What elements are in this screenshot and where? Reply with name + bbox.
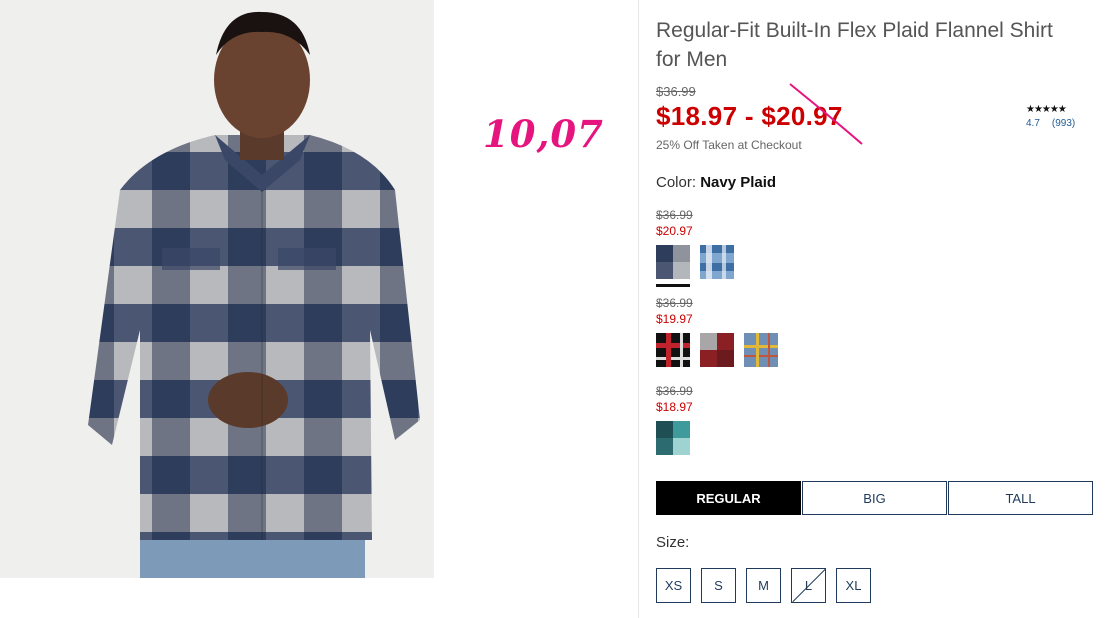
color-selection: Color: Navy Plaid — [656, 174, 776, 191]
teal-plaid-swatch[interactable] — [656, 421, 690, 455]
color-price-group: $36.99 $20.97 — [656, 208, 734, 287]
red-gray-plaid-swatch[interactable] — [700, 333, 734, 367]
group-was-price: $36.99 — [656, 208, 693, 222]
group-was-price: $36.99 — [656, 384, 693, 398]
product-photo[interactable] — [0, 0, 434, 578]
blue-plaid-swatch[interactable] — [700, 245, 734, 279]
navy-plaid-swatch[interactable] — [656, 245, 690, 279]
rating-score: 4.7 — [1026, 118, 1040, 129]
blue-yellow-plaid-swatch[interactable] — [744, 333, 778, 367]
size-m-button[interactable]: M — [746, 568, 781, 603]
promo-text: 25% Off Taken at Checkout — [656, 138, 802, 152]
size-xl-button[interactable]: XL — [836, 568, 871, 603]
product-title: Regular-Fit Built-In Flex Plaid Flannel … — [656, 19, 1053, 71]
tab-tall[interactable]: TALL — [948, 481, 1093, 515]
product-info-panel: Regular-Fit Built-In Flex Plaid Flannel … — [656, 0, 1096, 618]
fit-tabs: REGULAR BIG TALL — [656, 481, 1093, 515]
group-sale-price: $19.97 — [656, 312, 693, 326]
review-count-link[interactable]: (993) — [1052, 118, 1075, 129]
color-price-group: $36.99 $18.97 — [656, 384, 693, 455]
size-xs-button[interactable]: XS — [656, 568, 691, 603]
group-sale-price: $18.97 — [656, 400, 693, 414]
color-value: Navy Plaid — [700, 174, 777, 191]
size-s-button[interactable]: S — [701, 568, 736, 603]
selected-swatch-indicator — [656, 284, 690, 287]
rating-widget[interactable]: ★★★★★ 4.7 (993) — [1026, 104, 1086, 129]
color-price-group: $36.99 $19.97 — [656, 296, 778, 367]
black-red-plaid-swatch[interactable] — [656, 333, 690, 367]
size-l-button[interactable]: L — [791, 568, 826, 603]
handwritten-note: 10,07 — [483, 112, 604, 156]
group-sale-price: $20.97 — [656, 224, 693, 238]
star-rating-icon: ★★★★★ — [1026, 104, 1067, 115]
size-label: Size: — [656, 534, 690, 551]
original-price: $36.99 — [656, 84, 696, 99]
color-label: Color: — [656, 174, 697, 191]
size-options: XS S M L XL — [656, 568, 871, 603]
tab-regular[interactable]: REGULAR — [656, 481, 801, 515]
group-was-price: $36.99 — [656, 296, 693, 310]
tab-big[interactable]: BIG — [802, 481, 947, 515]
panel-divider — [638, 0, 639, 618]
